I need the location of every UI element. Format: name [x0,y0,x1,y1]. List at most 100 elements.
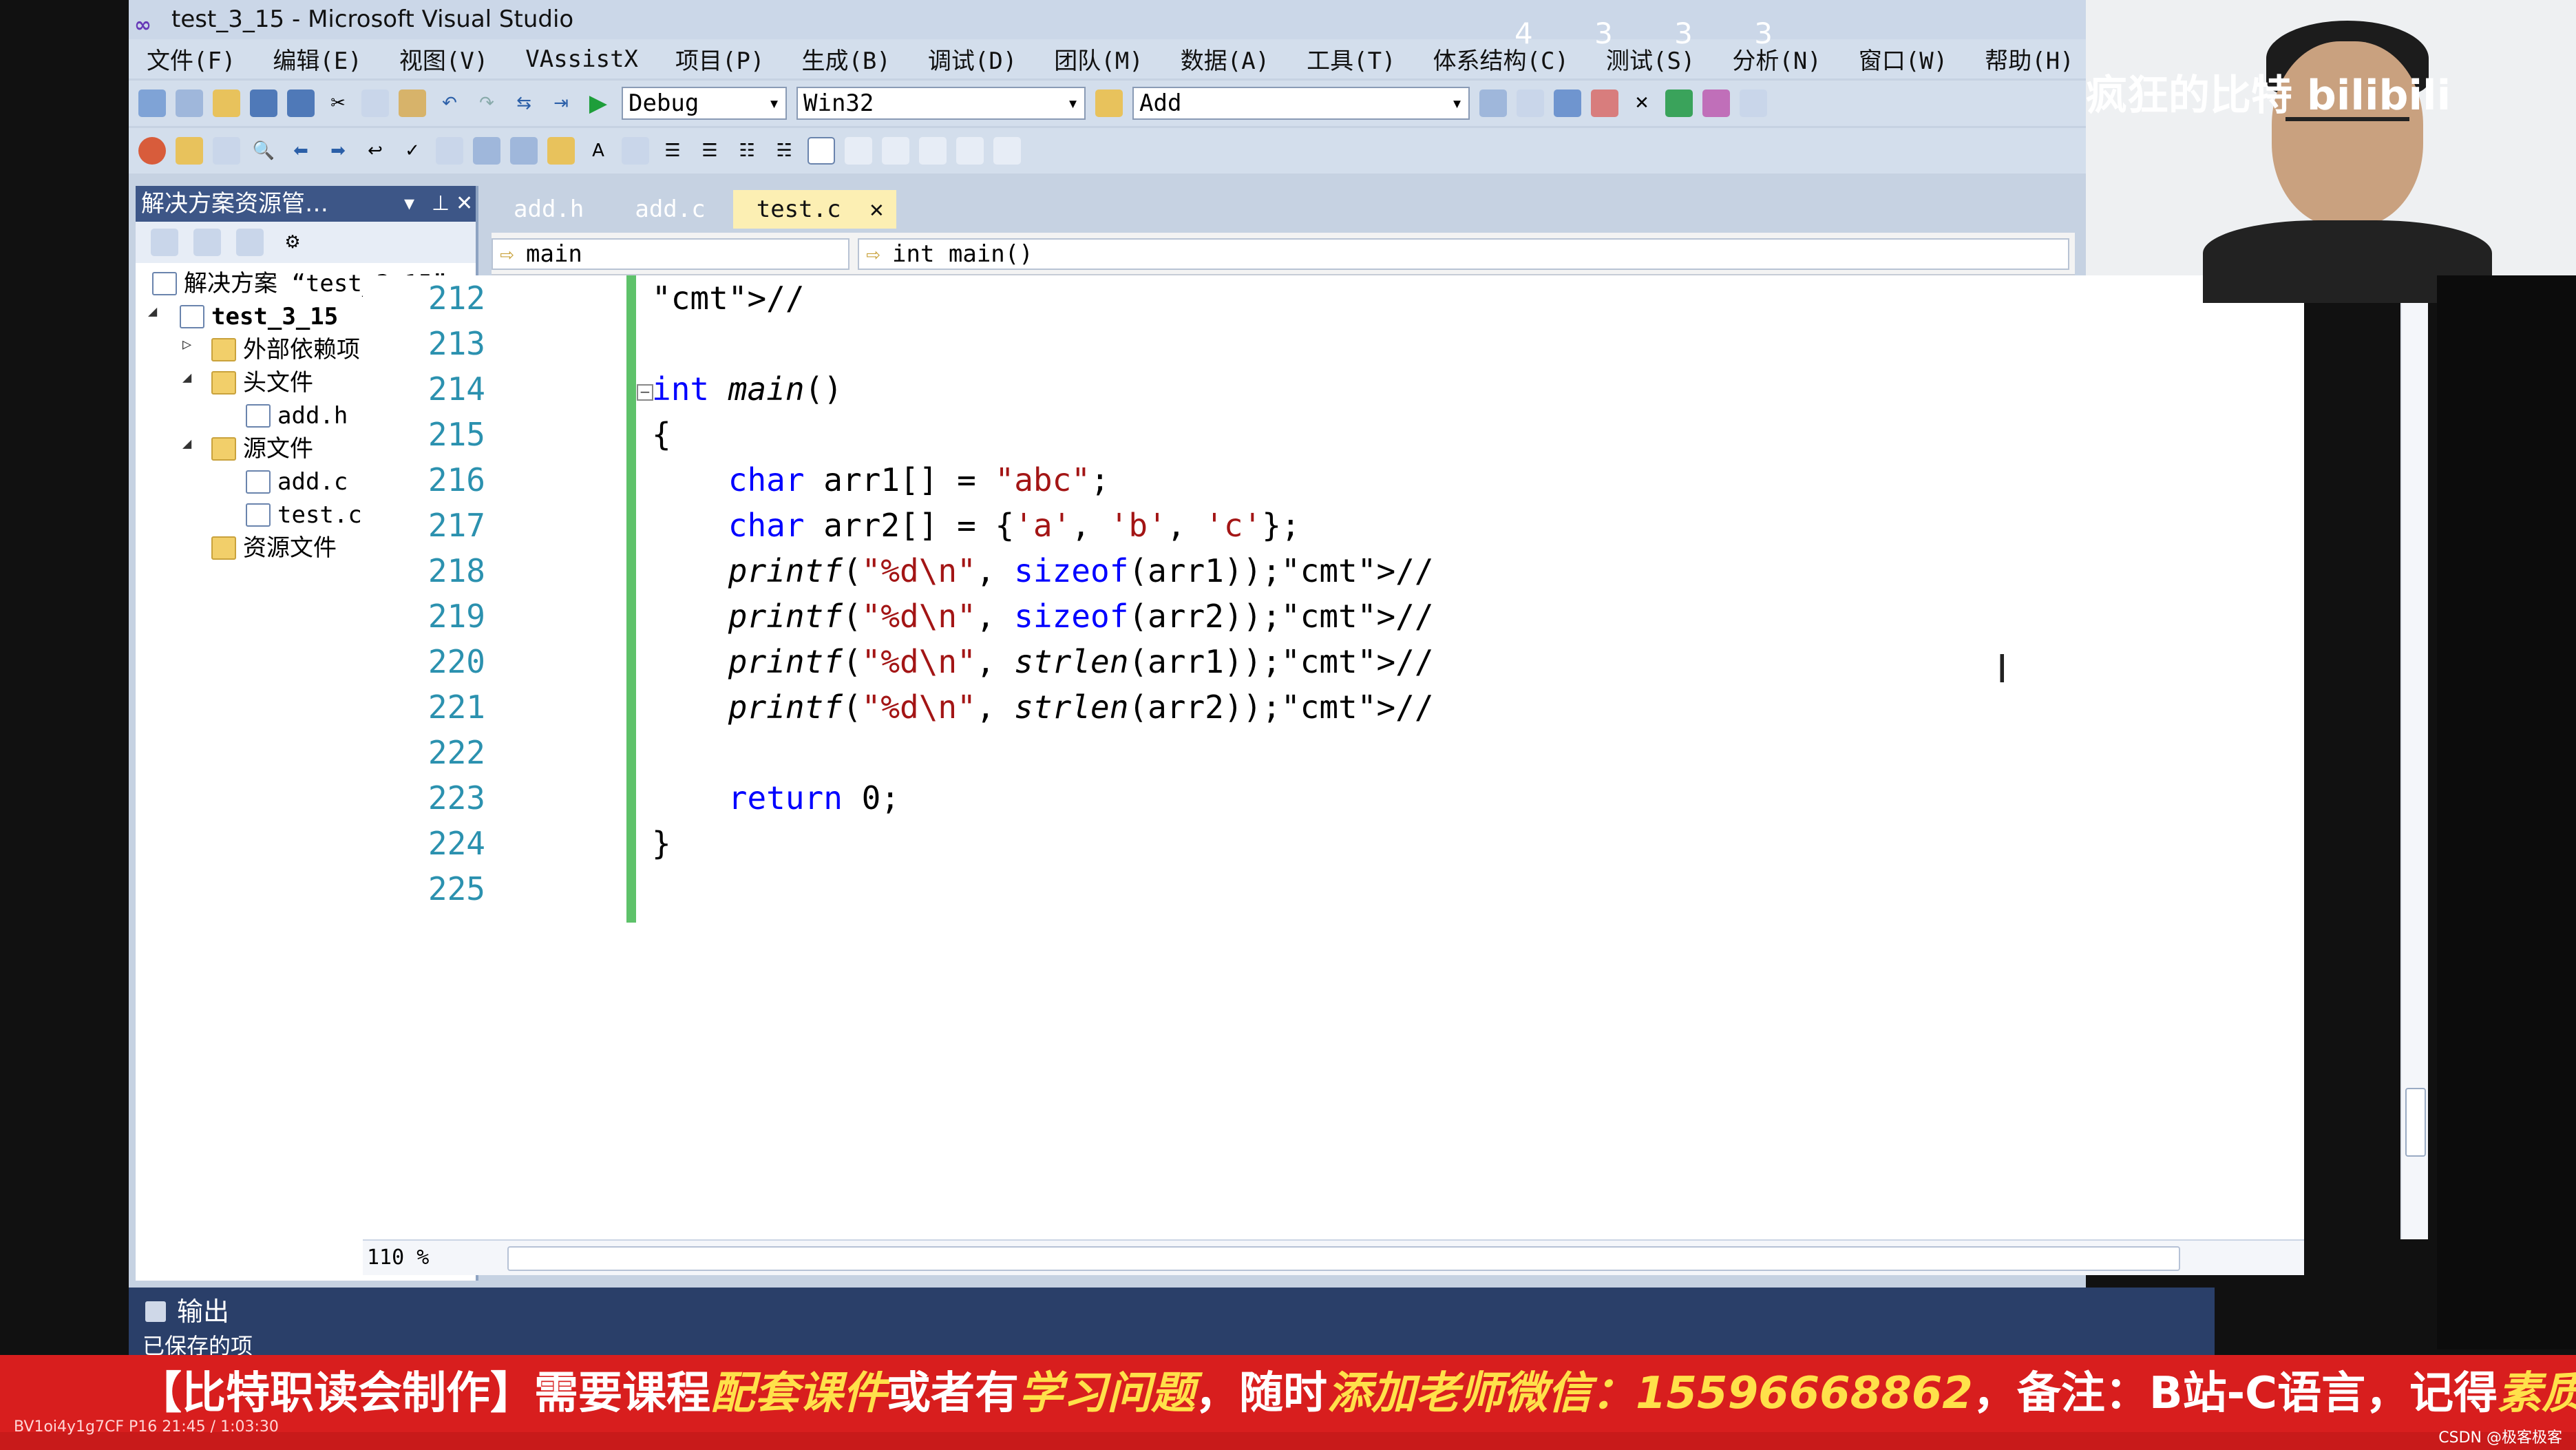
menu-item[interactable]: 调试(D) [928,42,1017,76]
prev-bookmark-icon[interactable] [845,137,872,165]
va-find-references-icon[interactable]: 🔍 [250,137,277,165]
pin-icon[interactable]: ⊥ [432,186,450,222]
start-page-icon[interactable] [1665,90,1693,117]
close-tab-icon[interactable]: ✕ [869,190,883,229]
scope-dropdown[interactable]: ⇨ main [492,238,849,270]
comment-out-icon[interactable]: ☷ [733,137,761,165]
va-spelling-icon[interactable]: ✓ [399,137,426,165]
editor-horizontal-scrollbar[interactable] [507,1246,2180,1271]
code-text[interactable]: "cmt">// int main(){ char arr1[] = "abc";… [652,275,2235,1239]
menu-item[interactable]: 数据(A) [1181,42,1269,76]
clear-bookmarks-icon[interactable] [993,137,1021,165]
find-in-files-icon[interactable] [1095,90,1123,117]
va-find-symbol-icon[interactable] [213,137,240,165]
tree-item-add-h[interactable]: add.h [246,399,348,432]
code-editor[interactable]: 212 213 214 215 216 217 218 219 220 221 222 223 224 2… [363,275,2428,1239]
outdent-icon[interactable]: ☰ [696,137,724,165]
va-highlight-icon[interactable] [547,137,575,165]
expand-arrow-icon[interactable]: ◢ [182,435,191,452]
menu-item[interactable]: 视图(V) [399,42,488,76]
menu-item[interactable]: 项目(P) [675,42,764,76]
next-bookmark-icon[interactable] [882,137,909,165]
navigate-forward-icon[interactable]: ⇥ [547,90,575,117]
cut-icon[interactable]: ✂ [324,90,352,117]
tree-item-test-c[interactable]: test.c [246,498,362,532]
code-line[interactable]: printf("%d\n", strlen(arr2));"cmt">// [652,684,1434,730]
code-line[interactable]: } [652,821,671,866]
tools-icon[interactable]: ✕ [1628,90,1656,117]
expand-arrow-icon[interactable]: ◢ [148,303,157,320]
tab-add-h[interactable]: add.h [490,190,607,229]
code-line[interactable]: printf("%d\n", sizeof(arr2));"cmt">// [652,593,1434,639]
close-panel-icon[interactable]: ✕ [456,186,473,222]
toolbox-icon[interactable] [1591,90,1618,117]
solution-config-select[interactable]: Debug [622,87,787,120]
collapse-arrow-icon[interactable]: ▷ [182,336,191,353]
va-rename-icon[interactable]: A [584,137,612,165]
code-line[interactable]: char arr2[] = {'a', 'b', 'c'}; [652,503,1300,548]
va-back-icon[interactable]: ⬅ [287,137,315,165]
show-all-files-icon[interactable] [193,229,221,256]
menu-item[interactable]: 编辑(E) [273,42,361,76]
object-browser-icon[interactable] [1554,90,1581,117]
code-line[interactable]: return 0; [652,775,900,821]
tab-add-c[interactable]: add.c [611,190,728,229]
new-project-icon[interactable] [138,90,166,117]
class-view-icon[interactable]: ⚙ [279,229,306,256]
code-line[interactable]: printf("%d\n", strlen(arr1));"cmt">// [652,639,1434,684]
bookmark-icon[interactable] [807,137,835,165]
menu-item[interactable]: VAssistX [525,45,638,73]
code-line[interactable]: printf("%d\n", sizeof(arr1));"cmt">// [652,548,1434,593]
find-combo[interactable]: Add [1132,87,1470,120]
va-methods-icon[interactable] [510,137,538,165]
va-options-icon[interactable] [138,137,166,165]
tree-item-source-files[interactable]: 源文件 [211,432,313,465]
menu-item[interactable]: 工具(T) [1307,42,1395,76]
zoom-level[interactable]: 110 % [367,1241,429,1275]
copy-icon[interactable] [361,90,389,117]
expand-arrow-icon[interactable]: ◢ [182,369,191,386]
indent-icon[interactable]: ☰ [659,137,686,165]
solution-explorer-icon[interactable] [1479,90,1507,117]
output-panel-tab[interactable]: 输出 [129,1288,2215,1336]
va-list-icon[interactable] [473,137,500,165]
member-dropdown[interactable]: ⇨ int main() [858,238,2069,270]
redo-icon[interactable]: ↷ [473,90,500,117]
open-file-icon[interactable] [213,90,240,117]
va-goto-icon[interactable]: ↩ [361,137,389,165]
code-line[interactable]: "cmt">// [652,275,805,321]
panel-menu-icon[interactable]: ▾ [404,186,414,222]
save-all-icon[interactable] [287,90,315,117]
paste-icon[interactable] [399,90,426,117]
prev-bookmark-folder-icon[interactable] [919,137,947,165]
next-bookmark-folder-icon[interactable] [956,137,984,165]
va-paste-icon[interactable] [622,137,649,165]
scrollbar-thumb[interactable] [2405,1088,2426,1157]
va-open-file-icon[interactable] [176,137,203,165]
uncomment-icon[interactable]: ☵ [770,137,798,165]
add-item-icon[interactable] [176,90,203,117]
menu-item[interactable]: 文件(F) [147,42,235,76]
va-forward-icon[interactable]: ➡ [324,137,352,165]
save-icon[interactable] [250,90,277,117]
refresh-icon[interactable] [236,229,264,256]
navigate-backward-icon[interactable]: ⇆ [510,90,538,117]
tree-item-external-deps[interactable]: 外部依赖项 [211,333,360,366]
properties-icon[interactable] [151,229,178,256]
tree-item-resource-files[interactable]: 资源文件 [211,532,337,565]
properties-icon[interactable] [1517,90,1544,117]
solution-platform-select[interactable]: Win32 [796,87,1086,120]
menu-item[interactable]: 窗口(W) [1859,42,1947,76]
code-line[interactable]: int main() [652,366,843,412]
tree-item-add-c[interactable]: add.c [246,465,348,498]
menu-item[interactable]: 生成(B) [801,42,890,76]
extension-icon[interactable] [1702,90,1730,117]
tree-item-header-files[interactable]: 头文件 [211,366,313,399]
code-line[interactable]: { [652,412,671,457]
menu-item[interactable]: 帮助(H) [1985,42,2073,76]
menu-item[interactable]: 团队(M) [1054,42,1143,76]
start-debugging-icon[interactable]: ▶ [584,90,612,117]
window-layout-icon[interactable] [1740,90,1767,117]
undo-icon[interactable]: ↶ [436,90,463,117]
code-line[interactable]: char arr1[] = "abc"; [652,457,1110,503]
